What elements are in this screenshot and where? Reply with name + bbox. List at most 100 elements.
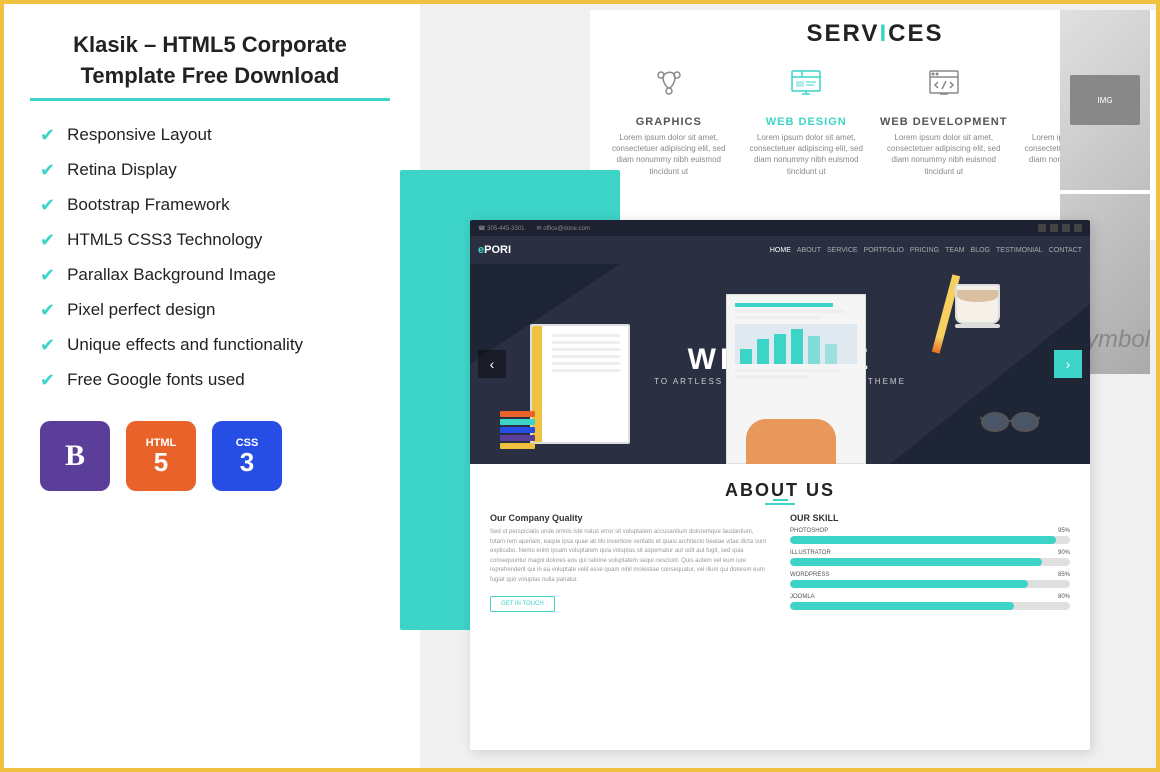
about-columns: Our Company Quality Sed ut perspiciatis … bbox=[490, 513, 1070, 616]
html-num: 5 bbox=[154, 449, 168, 475]
graphics-desc: Lorem ipsum dolor sit amet, consectetuer… bbox=[604, 132, 734, 177]
nav-testimonial[interactable]: TESTIMONIAL bbox=[996, 247, 1043, 254]
skill-joomla-label: JOOMLA 80% bbox=[790, 594, 1070, 600]
hero-arrows: ‹ › bbox=[470, 350, 1090, 378]
nav-team[interactable]: TEAM bbox=[945, 247, 964, 254]
nav-contact[interactable]: CONTACT bbox=[1049, 247, 1082, 254]
right-img1-content: IMG bbox=[1070, 75, 1140, 125]
social-icon-g bbox=[1062, 224, 1070, 232]
list-item: ✔ Responsive Layout bbox=[40, 125, 390, 146]
hero-glasses bbox=[980, 409, 1040, 439]
mockup-navbar: ePORI HOME ABOUT SERVICE PORTFOLIO PRICI… bbox=[470, 236, 1090, 264]
skill-joomla-fill bbox=[790, 602, 1014, 610]
nav-logo: ePORI bbox=[478, 244, 511, 256]
skills-title: OUR SKILL bbox=[790, 513, 1070, 523]
webdev-icon-wrap bbox=[879, 58, 1009, 108]
html5-badge: HTML 5 bbox=[126, 421, 196, 491]
skill-photoshop: PHOTOSHOP 95% bbox=[790, 528, 1070, 544]
skill-illustrator: ILLUSTRATOR 90% bbox=[790, 550, 1070, 566]
hero-prev-arrow[interactable]: ‹ bbox=[478, 350, 506, 378]
check-icon: ✔ bbox=[40, 265, 55, 286]
notebook-line bbox=[552, 341, 620, 344]
about-title: ABOUT US bbox=[490, 480, 1070, 501]
check-icon: ✔ bbox=[40, 300, 55, 321]
list-item: ✔ HTML5 CSS3 Technology bbox=[40, 230, 390, 251]
skill-joomla-track bbox=[790, 602, 1070, 610]
tech-badges: B HTML 5 CSS 3 bbox=[40, 421, 390, 491]
contact-bar: ☎ 305-445-3301 ✉ office@done.com bbox=[470, 220, 1090, 236]
social-icons bbox=[1038, 224, 1082, 232]
list-item: ✔ Free Google fonts used bbox=[40, 370, 390, 391]
service-graphics: GRAPHICS Lorem ipsum dolor sit amet, con… bbox=[604, 58, 734, 177]
webdesign-icon bbox=[786, 63, 826, 103]
bootstrap-letter: B bbox=[65, 439, 85, 473]
check-icon: ✔ bbox=[40, 125, 55, 146]
webdesign-label: WEB DESIGN bbox=[741, 116, 871, 128]
skill-wordpress: WORDPRESS 85% bbox=[790, 572, 1070, 588]
nav-home[interactable]: HOME bbox=[770, 247, 791, 254]
company-text: Sed ut perspiciatis unde omnis iste natu… bbox=[490, 528, 770, 586]
skill-illustrator-fill bbox=[790, 558, 1042, 566]
nav-about[interactable]: ABOUT bbox=[797, 247, 821, 254]
color-swatches bbox=[500, 411, 535, 449]
social-icon-f bbox=[1038, 224, 1046, 232]
service-webdesign: WEB DESIGN Lorem ipsum dolor sit amet, c… bbox=[741, 58, 871, 177]
webdesign-desc: Lorem ipsum dolor sit amet, consectetuer… bbox=[741, 132, 871, 177]
hero-hand bbox=[746, 419, 836, 464]
webdev-icon bbox=[924, 63, 964, 103]
skill-wordpress-fill bbox=[790, 580, 1028, 588]
email-text: ✉ office@done.com bbox=[537, 225, 590, 232]
webdesign-icon-wrap bbox=[741, 58, 871, 108]
skill-wordpress-track bbox=[790, 580, 1070, 588]
swatch-purple bbox=[500, 435, 535, 441]
list-item: ✔ Unique effects and functionality bbox=[40, 335, 390, 356]
tablet-line bbox=[735, 316, 820, 319]
swatch-teal bbox=[500, 419, 535, 425]
glasses-svg bbox=[980, 409, 1040, 434]
swatch-yellow bbox=[500, 443, 535, 449]
right-img1-bg: IMG bbox=[1060, 10, 1150, 190]
check-icon: ✔ bbox=[40, 370, 55, 391]
css3-badge: CSS 3 bbox=[212, 421, 282, 491]
nav-links: HOME ABOUT SERVICE PORTFOLIO PRICING TEA… bbox=[770, 247, 1082, 254]
list-item: ✔ Retina Display bbox=[40, 160, 390, 181]
about-section: ABOUT US Our Company Quality Sed ut pers… bbox=[470, 464, 1090, 632]
webdev-desc: Lorem ipsum dolor sit amet, consectetuer… bbox=[879, 132, 1009, 177]
tablet-bar bbox=[735, 303, 833, 307]
coffee-cup bbox=[955, 284, 1000, 324]
skill-photoshop-fill bbox=[790, 536, 1056, 544]
nav-pricing[interactable]: PRICING bbox=[910, 247, 939, 254]
nav-service[interactable]: SERVICE bbox=[827, 247, 858, 254]
about-left: Our Company Quality Sed ut perspiciatis … bbox=[490, 513, 770, 616]
hero-notebook bbox=[530, 324, 630, 444]
list-item: ✔ Bootstrap Framework bbox=[40, 195, 390, 216]
features-list: ✔ Responsive Layout ✔ Retina Display ✔ B… bbox=[40, 125, 390, 391]
left-panel: Klasik – HTML5 Corporate Template Free D… bbox=[0, 0, 420, 772]
swatch-orange bbox=[500, 411, 535, 417]
phone-text: ☎ 305-445-3301 bbox=[478, 225, 525, 232]
check-icon: ✔ bbox=[40, 160, 55, 181]
list-item: ✔ Pixel perfect design bbox=[40, 300, 390, 321]
webdev-label: WEB DEVELOPMENT bbox=[879, 116, 1009, 128]
hero-bg-shape bbox=[890, 304, 1090, 464]
title-underline bbox=[30, 98, 390, 101]
social-icon-in bbox=[1074, 224, 1082, 232]
swatch-blue bbox=[500, 427, 535, 433]
company-quality-title: Our Company Quality bbox=[490, 513, 770, 523]
coffee-saucer bbox=[955, 324, 1000, 328]
coffee-liquid bbox=[957, 290, 998, 302]
skill-wordpress-label: WORDPRESS 85% bbox=[790, 572, 1070, 578]
hero-section: WELCOME TO ARTLESS 100% RESPONSIVE PORI … bbox=[470, 264, 1090, 464]
get-in-touch-btn[interactable]: GET IN TOUCH bbox=[490, 596, 555, 612]
hero-coffee bbox=[955, 284, 1000, 328]
nav-blog[interactable]: BLOG bbox=[971, 247, 990, 254]
tablet-line bbox=[735, 310, 845, 313]
css-num: 3 bbox=[240, 449, 254, 475]
bootstrap-badge: B bbox=[40, 421, 110, 491]
check-icon: ✔ bbox=[40, 335, 55, 356]
hero-next-arrow[interactable]: › bbox=[1054, 350, 1082, 378]
graphics-label: GRAPHICS bbox=[604, 116, 734, 128]
nav-portfolio[interactable]: PORTFOLIO bbox=[864, 247, 904, 254]
social-icon-t bbox=[1050, 224, 1058, 232]
check-icon: ✔ bbox=[40, 195, 55, 216]
